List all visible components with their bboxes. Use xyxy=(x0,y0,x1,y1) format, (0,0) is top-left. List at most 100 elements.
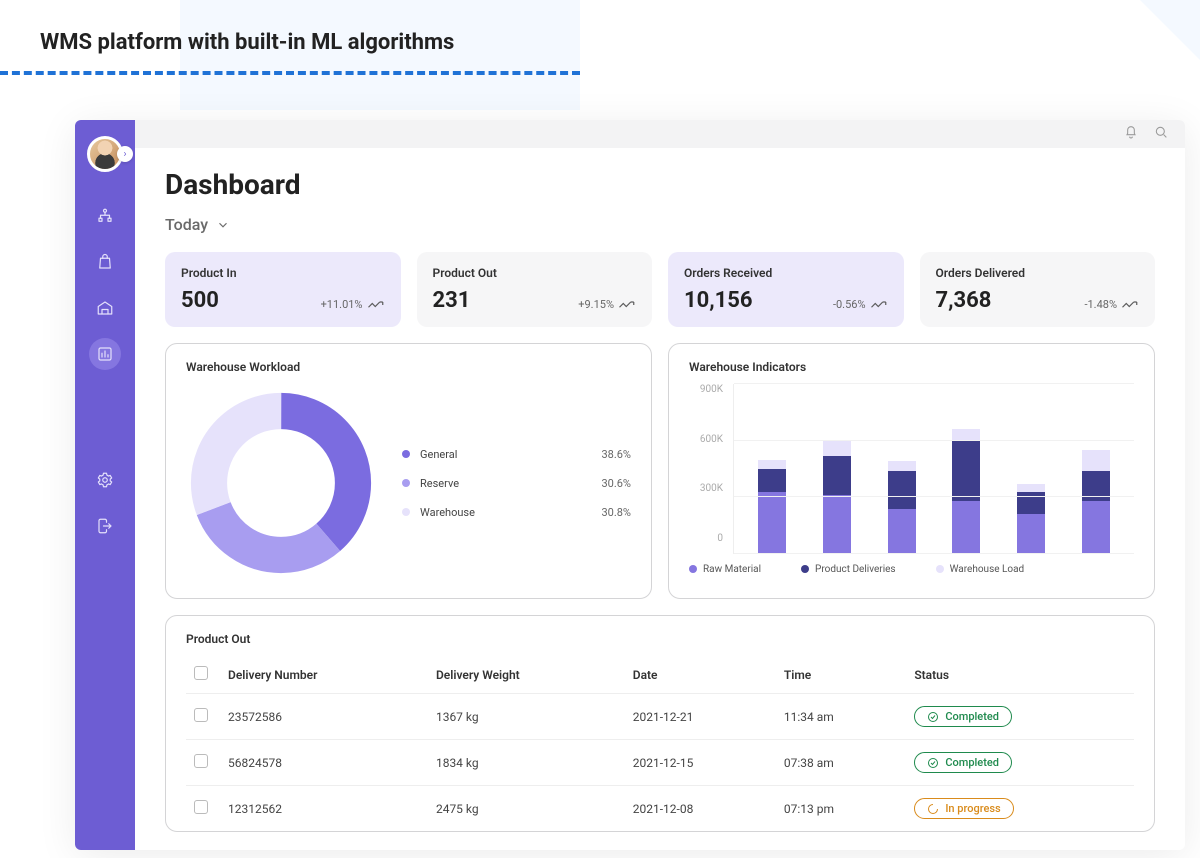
kpi-label: Orders Received xyxy=(684,266,888,280)
kpi-label: Orders Delivered xyxy=(936,266,1140,280)
legend-dot xyxy=(402,508,410,516)
bar-column xyxy=(1017,384,1045,554)
nav-settings-icon[interactable] xyxy=(89,464,121,496)
kpi-delta: -1.48% xyxy=(1084,298,1139,311)
cell-delivery-weight: 1834 kg xyxy=(428,740,625,786)
cell-delivery-number: 56824578 xyxy=(220,740,428,786)
product-out-table: Delivery NumberDelivery WeightDateTimeSt… xyxy=(186,656,1134,831)
kpi-card: Orders Received 10,156 -0.56% xyxy=(668,252,904,327)
legend-item: Warehouse 30.8% xyxy=(402,498,631,527)
y-axis: 900K 600K 300K 0 xyxy=(689,384,723,554)
legend-value: 38.6% xyxy=(601,448,631,461)
select-all-checkbox[interactable] xyxy=(194,666,208,680)
kpi-label: Product In xyxy=(181,266,385,280)
sidebar: › xyxy=(75,120,135,850)
bar-plot xyxy=(733,384,1134,554)
kpi-label: Product Out xyxy=(433,266,637,280)
nav-bag-icon[interactable] xyxy=(89,246,121,278)
panel-title: Warehouse Indicators xyxy=(689,360,1134,374)
cell-delivery-weight: 2475 kg xyxy=(428,786,625,832)
bar-column xyxy=(888,384,916,554)
nav-logout-icon[interactable] xyxy=(89,510,121,542)
cell-time: 07:13 pm xyxy=(776,786,906,832)
bar-column xyxy=(758,384,786,554)
column-header: Status xyxy=(906,656,1134,694)
status-badge: Completed xyxy=(914,752,1012,773)
nav-warehouse-icon[interactable] xyxy=(89,292,121,324)
bar-column xyxy=(1082,384,1110,554)
table-row: 23572586 1367 kg 2021-12-21 11:34 am Com… xyxy=(186,694,1134,740)
period-label: Today xyxy=(165,215,208,234)
cell-date: 2021-12-21 xyxy=(625,694,776,740)
cell-delivery-number: 12312562 xyxy=(220,786,428,832)
cell-time: 07:38 am xyxy=(776,740,906,786)
legend-item: Raw Material xyxy=(689,564,761,575)
y-tick: 300K xyxy=(689,483,723,494)
row-checkbox[interactable] xyxy=(194,800,208,814)
avatar[interactable]: › xyxy=(87,136,123,172)
nav-dashboard-icon[interactable] xyxy=(89,338,121,370)
bar-legend: Raw Material Product Deliveries Warehouse … xyxy=(689,554,1134,575)
column-header: Delivery Weight xyxy=(428,656,625,694)
legend-item: Warehouse Load xyxy=(936,564,1025,575)
table-row: 12312562 2475 kg 2021-12-08 07:13 pm In … xyxy=(186,786,1134,832)
cell-delivery-weight: 1367 kg xyxy=(428,694,625,740)
y-tick: 600K xyxy=(689,434,723,445)
cell-time: 11:34 am xyxy=(776,694,906,740)
legend-name: Reserve xyxy=(420,477,601,490)
row-checkbox[interactable] xyxy=(194,708,208,722)
kpi-delta: -0.56% xyxy=(833,298,888,311)
kpi-delta: +9.15% xyxy=(578,298,636,311)
trend-icon xyxy=(1121,300,1139,310)
cell-date: 2021-12-15 xyxy=(625,740,776,786)
warehouse-indicators-panel: Warehouse Indicators 900K 600K 300K 0 Raw M… xyxy=(668,343,1155,599)
column-header: Time xyxy=(776,656,906,694)
legend-item: Reserve 30.6% xyxy=(402,469,631,498)
table-row: 56824578 1834 kg 2021-12-15 07:38 am Com… xyxy=(186,740,1134,786)
panel-title: Product Out xyxy=(186,632,1134,646)
trend-icon xyxy=(367,300,385,310)
kpi-card: Product In 500 +11.01% xyxy=(165,252,401,327)
bar-column xyxy=(823,384,851,554)
search-icon[interactable] xyxy=(1153,124,1169,144)
chevron-down-icon xyxy=(216,218,230,232)
row-checkbox[interactable] xyxy=(194,754,208,768)
legend-name: Warehouse xyxy=(420,506,601,519)
bar-column xyxy=(952,384,980,554)
legend-item: General 38.6% xyxy=(402,440,631,469)
legend-item: Product Deliveries xyxy=(801,564,896,575)
bell-icon[interactable] xyxy=(1123,124,1139,144)
cell-delivery-number: 23572586 xyxy=(220,694,428,740)
panel-title: Warehouse Workload xyxy=(186,360,631,374)
legend-name: General xyxy=(420,448,601,461)
status-badge: In progress xyxy=(914,798,1013,819)
nav-hierarchy-icon[interactable] xyxy=(89,200,121,232)
legend-value: 30.8% xyxy=(601,506,631,519)
warehouse-workload-panel: Warehouse Workload General 38.6% Reserve… xyxy=(165,343,652,599)
legend-value: 30.6% xyxy=(601,477,631,490)
status-badge: Completed xyxy=(914,706,1012,727)
column-header: Delivery Number xyxy=(220,656,428,694)
trend-icon xyxy=(870,300,888,310)
kpi-card: Orders Delivered 7,368 -1.48% xyxy=(920,252,1156,327)
workload-donut-chart xyxy=(186,388,376,578)
topbar xyxy=(135,120,1185,148)
y-tick: 0 xyxy=(689,533,723,544)
page-title: Dashboard xyxy=(165,168,1155,201)
trend-icon xyxy=(618,300,636,310)
y-tick: 900K xyxy=(689,384,723,395)
period-selector[interactable]: Today xyxy=(165,215,230,234)
divider xyxy=(0,71,580,75)
chevron-right-icon: › xyxy=(117,146,133,162)
legend-dot xyxy=(402,479,410,487)
column-header: Date xyxy=(625,656,776,694)
cell-date: 2021-12-08 xyxy=(625,786,776,832)
app-window: › Dashboard xyxy=(75,120,1185,850)
page-heading: WMS platform with built-in ML algorithms xyxy=(0,0,1200,71)
legend-dot xyxy=(402,450,410,458)
kpi-row: Product In 500 +11.01% Product Out 231 +… xyxy=(165,252,1155,327)
kpi-card: Product Out 231 +9.15% xyxy=(417,252,653,327)
kpi-delta: +11.01% xyxy=(321,298,385,311)
product-out-panel: Product Out Delivery NumberDelivery Weig… xyxy=(165,615,1155,832)
main-area: Dashboard Today Product In 500 +11.01% P… xyxy=(135,120,1185,850)
